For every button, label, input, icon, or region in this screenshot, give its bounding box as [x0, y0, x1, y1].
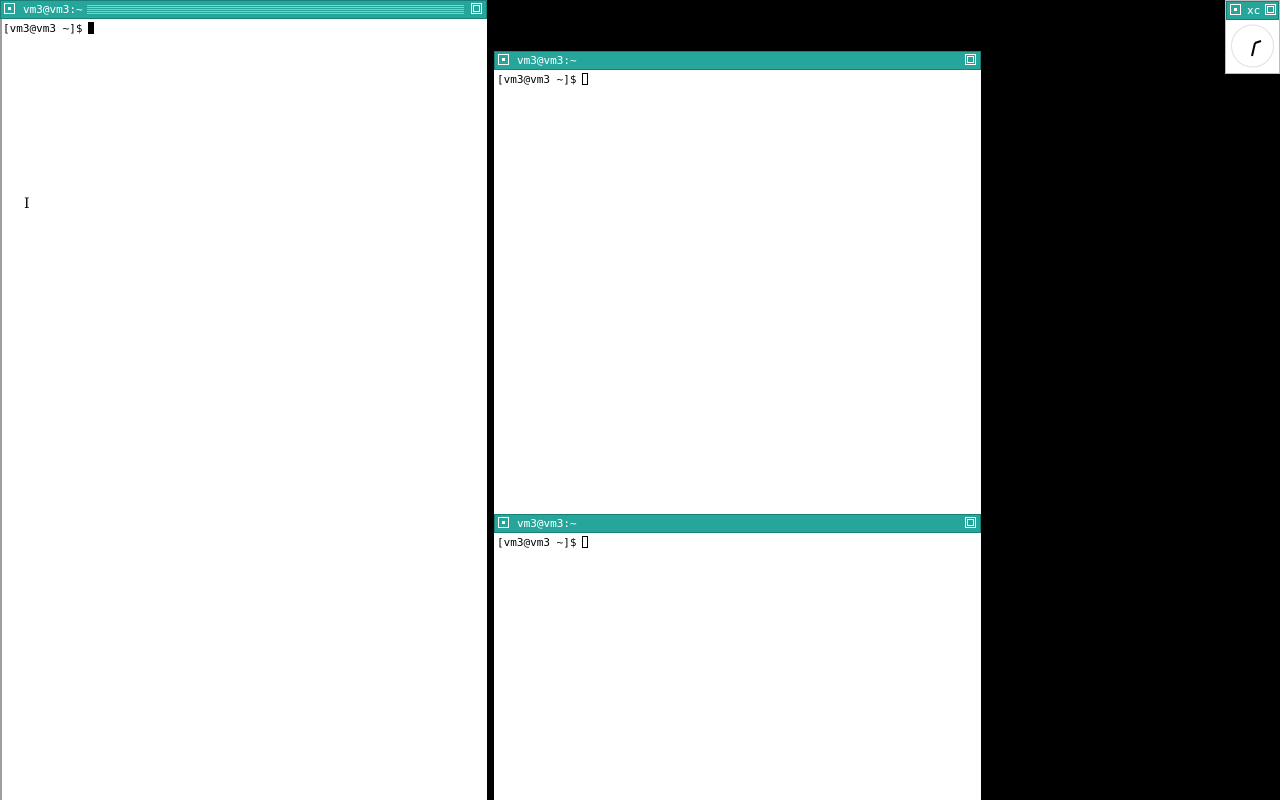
maximize-icon[interactable]: [471, 3, 482, 14]
window-title: vm3@vm3:~: [517, 517, 577, 530]
clock-face: [1228, 21, 1277, 71]
terminal-area[interactable]: [vm3@vm3 ~]$: [0, 19, 487, 800]
terminal-area[interactable]: [vm3@vm3 ~]$: [494, 70, 981, 514]
window-menu-icon[interactable]: [1230, 4, 1241, 15]
terminal-area[interactable]: [vm3@vm3 ~]$: [494, 533, 981, 800]
clock-icon: [1231, 24, 1274, 68]
prompt-line: [vm3@vm3 ~]$: [3, 22, 95, 36]
text-cursor-icon: I: [24, 196, 30, 212]
text-cursor: [582, 536, 589, 548]
window-title: xc: [1247, 4, 1261, 17]
window-title: vm3@vm3:~: [23, 3, 83, 16]
prompt-text: [vm3@vm3 ~]$: [497, 73, 577, 86]
titlebar[interactable]: vm3@vm3:~: [494, 514, 981, 533]
desktop: vm3@vm3:~ [vm3@vm3 ~]$ vm3@vm3:~ [vm3@vm…: [0, 0, 1280, 800]
prompt-line: [vm3@vm3 ~]$: [497, 536, 589, 550]
prompt-line: [vm3@vm3 ~]$: [497, 73, 589, 87]
terminal-window-left[interactable]: vm3@vm3:~ [vm3@vm3 ~]$: [0, 0, 487, 800]
maximize-icon[interactable]: [965, 54, 976, 65]
prompt-text: [vm3@vm3 ~]$: [3, 22, 83, 35]
window-menu-icon[interactable]: [4, 3, 15, 14]
window-title: vm3@vm3:~: [517, 54, 577, 67]
maximize-icon[interactable]: [965, 517, 976, 528]
titlebar[interactable]: xc: [1226, 1, 1279, 20]
window-menu-icon[interactable]: [498, 54, 509, 65]
titlebar[interactable]: vm3@vm3:~: [494, 51, 981, 70]
maximize-icon[interactable]: [1265, 4, 1276, 15]
terminal-window-right-bottom[interactable]: vm3@vm3:~ [vm3@vm3 ~]$: [494, 514, 981, 800]
terminal-window-right-top[interactable]: vm3@vm3:~ [vm3@vm3 ~]$: [494, 51, 981, 514]
titlebar-stripes: [87, 5, 464, 15]
window-menu-icon[interactable]: [498, 517, 509, 528]
text-cursor: [88, 22, 95, 34]
prompt-text: [vm3@vm3 ~]$: [497, 536, 577, 549]
text-cursor: [582, 73, 589, 85]
titlebar[interactable]: vm3@vm3:~: [0, 0, 487, 19]
window-border: [0, 19, 2, 800]
clock-window[interactable]: xc: [1225, 0, 1280, 74]
